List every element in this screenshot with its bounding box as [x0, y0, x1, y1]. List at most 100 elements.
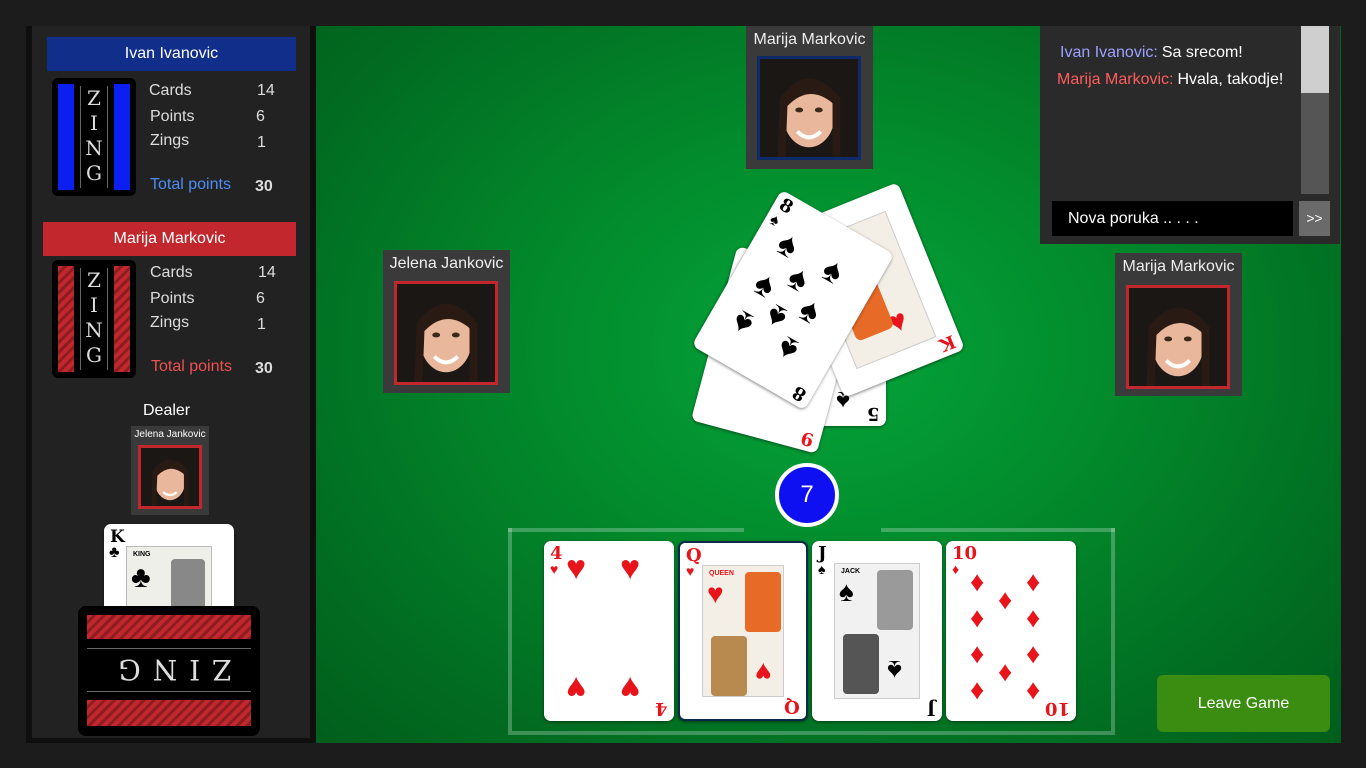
draw-deck: ZING — [78, 606, 260, 736]
diamond-icon: ♦ — [970, 638, 985, 669]
queen-figure — [711, 636, 747, 696]
diamond-icon: ♦ — [970, 674, 985, 705]
card-rank: 10 — [1044, 698, 1070, 719]
team-2-zings-value: 1 — [257, 316, 266, 333]
card-rank: 5 — [867, 403, 880, 424]
card-rank: Q — [784, 696, 800, 717]
spade-icon: ♠ — [766, 211, 783, 231]
hand-card-queen-hearts-selected[interactable]: Q ♥ QUEEN ♥ ♥ Q — [678, 541, 808, 721]
deck-letter: Z — [87, 86, 101, 110]
hand-card-jack-spades[interactable]: J ♠ JACK ♠ ♠ J — [812, 541, 942, 721]
right-player: Marija Markovic — [1115, 253, 1242, 396]
dealer-label: Dealer — [143, 402, 191, 419]
queen-face-art: QUEEN ♥ ♥ — [702, 565, 784, 697]
diamond-icon: ♦ — [998, 584, 1013, 615]
top-player-avatar — [757, 56, 861, 160]
spade-icon: ♠ — [725, 302, 761, 344]
deck-stripe — [114, 84, 130, 190]
jack-face-art: JACK ♠ ♠ — [834, 563, 920, 699]
card-title: QUEEN — [709, 570, 734, 577]
spade-icon: ♠ — [815, 250, 851, 293]
spade-icon: ♠ — [770, 328, 806, 370]
game-screen: Ivan Ivanovic Z I N G Cards 14 Points 6 … — [0, 0, 1366, 768]
top-player-name: Marija Markovic — [753, 31, 866, 48]
diamond-icon: ♦ — [970, 602, 985, 633]
team-2-points-label: Points — [150, 290, 195, 307]
diamond-icon: ♦ — [998, 656, 1013, 687]
hand-card-10-diamonds[interactable]: 10 ♦ ♦ ♦ ♦ ♦ ♦ ♦ ♦ ♦ ♦ ♦ 10 — [946, 541, 1076, 721]
turn-counter: 7 — [775, 463, 839, 527]
jack-figure — [877, 570, 913, 630]
team-1-header: Ivan Ivanovic — [47, 37, 296, 71]
team-2-cards-label: Cards — [150, 264, 193, 281]
chat-send-button[interactable]: >> — [1299, 201, 1330, 236]
spade-icon: ♠ — [818, 561, 826, 577]
avatar-photo-icon — [1129, 288, 1227, 386]
team-2-captured-deck: Z I N G — [52, 260, 136, 378]
club-icon: ♣ — [131, 561, 151, 594]
chat-message: Marija Markovic: Hvala, takodje! — [1057, 71, 1283, 89]
card-rank: 8 — [789, 381, 811, 406]
card-rank: 9 — [799, 426, 817, 451]
heart-icon: ♥ — [620, 549, 641, 587]
dealer-name: Jelena Jankovic — [134, 429, 206, 440]
deck-stripe — [114, 266, 130, 372]
left-player: Jelena Jankovic — [383, 250, 510, 393]
diamond-icon: ♦ — [952, 561, 960, 577]
diamond-icon: ♦ — [1026, 602, 1041, 633]
club-icon: ♣ — [109, 544, 120, 561]
heart-icon: ♥ — [686, 563, 695, 579]
deck-stripe — [58, 266, 74, 372]
right-player-avatar — [1126, 285, 1230, 389]
chat-author: Ivan Ivanovic: — [1060, 44, 1158, 61]
hand-card-4-hearts[interactable]: 4 ♥ ♥ ♥ ♥ ♥ 4 — [544, 541, 674, 721]
dealer-box: Jelena Jankovic — [131, 426, 209, 515]
heart-icon: ♥ — [550, 561, 559, 577]
card-rank: K — [936, 330, 959, 356]
diamond-icon: ♦ — [1026, 638, 1041, 669]
card-rank: 4 — [655, 698, 668, 719]
team-2-total-value: 30 — [255, 360, 273, 377]
team-2-points-value: 6 — [256, 290, 265, 307]
team-1-captured-deck: Z I N G — [52, 78, 136, 196]
avatar-photo-icon — [397, 284, 495, 382]
deck-letter: I — [90, 111, 98, 135]
team-2-cards-value: 14 — [258, 264, 276, 281]
heart-icon: ♥ — [566, 549, 587, 587]
left-player-avatar — [394, 281, 498, 385]
team-2-zings-label: Zings — [150, 314, 190, 331]
team-2-header: Marija Markovic — [43, 222, 296, 256]
chat-scrollbar-thumb[interactable] — [1301, 26, 1329, 93]
team-1-points-value: 6 — [256, 108, 265, 125]
team-1-total-label: Total points — [150, 176, 231, 193]
heart-icon: ♥ — [755, 657, 772, 688]
team-1-zings-label: Zings — [150, 132, 190, 149]
team-2-total-label: Total points — [151, 358, 232, 375]
team-1-points-label: Points — [150, 108, 195, 125]
card-title: KING — [133, 551, 151, 558]
top-player: Marija Markovic — [746, 26, 873, 169]
leave-game-button[interactable]: Leave Game — [1157, 675, 1330, 732]
deck-stripe — [87, 700, 251, 726]
hand-area-frame-edge — [508, 528, 744, 532]
spade-icon: ♠ — [792, 289, 828, 332]
score-panel-inner: Ivan Ivanovic Z I N G Cards 14 Points 6 … — [32, 26, 310, 738]
avatar-photo-icon — [760, 59, 858, 157]
deck-letter: G — [86, 161, 102, 185]
deck-letter: G — [86, 343, 102, 367]
team-1-total-value: 30 — [255, 178, 273, 195]
chat-text: Sa srecom! — [1161, 44, 1243, 61]
deck-letter: Z — [87, 268, 101, 292]
dealer-avatar — [138, 445, 202, 509]
diamond-icon: ♦ — [1026, 566, 1041, 597]
heart-icon: ♥ — [620, 669, 641, 707]
chat-message-input[interactable] — [1052, 201, 1293, 236]
diamond-icon: ♦ — [970, 566, 985, 597]
chat-message: Ivan Ivanovic: Sa srecom! — [1060, 44, 1243, 62]
jack-figure — [843, 634, 879, 694]
chat-panel: Ivan Ivanovic: Sa srecom! Marija Markovic… — [1040, 26, 1340, 244]
queen-figure — [745, 572, 781, 632]
right-player-name: Marija Markovic — [1122, 258, 1235, 275]
hand-area-frame-edge — [881, 528, 1115, 532]
deck-stripe — [87, 615, 251, 639]
